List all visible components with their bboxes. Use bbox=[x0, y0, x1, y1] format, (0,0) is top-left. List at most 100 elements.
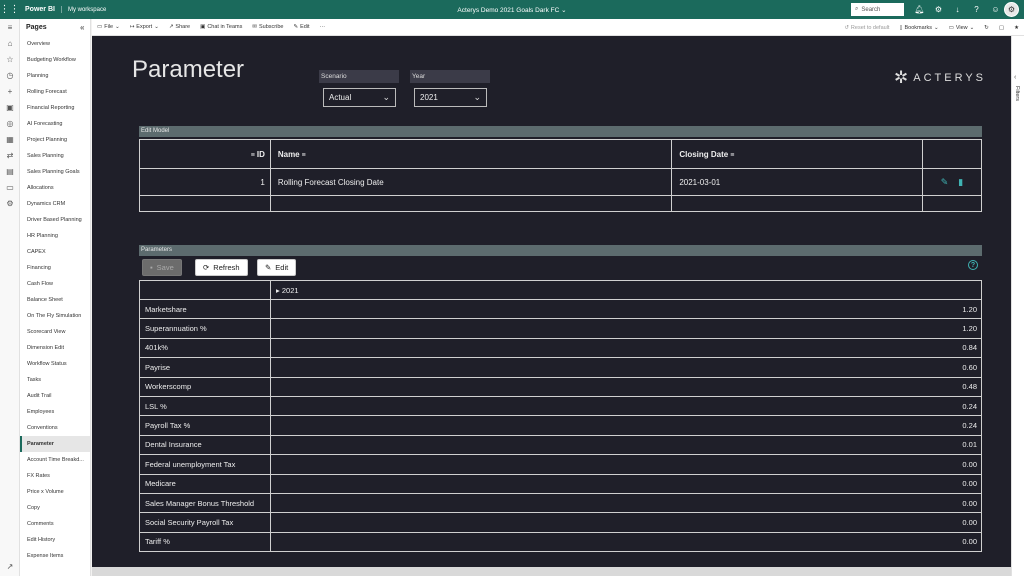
subscribe-button[interactable]: ✉ Subscribe bbox=[247, 24, 288, 30]
edit-row-pencil-icon[interactable]: ✎ bbox=[941, 177, 949, 187]
edit-button[interactable]: ✎ Edit bbox=[288, 24, 314, 30]
page-item[interactable]: Rolling Forecast bbox=[20, 84, 90, 100]
workspace-link[interactable]: My workspace bbox=[62, 7, 106, 13]
page-item[interactable]: AI Forecasting bbox=[20, 116, 90, 132]
page-item[interactable]: Dimension Edit bbox=[20, 340, 90, 356]
page-item[interactable]: Employees bbox=[20, 404, 90, 420]
page-item[interactable]: Overview bbox=[20, 36, 90, 52]
download-icon[interactable]: ↓ bbox=[948, 5, 967, 14]
notification-icon[interactable]: 🔔︎ bbox=[910, 5, 929, 14]
table-row[interactable]: 1 Rolling Forecast Closing Date 2021-03-… bbox=[139, 168, 982, 196]
page-item[interactable]: Project Planning bbox=[20, 132, 90, 148]
table-row[interactable]: 401k% 0.84 bbox=[139, 337, 982, 359]
apps-icon[interactable]: ▦ bbox=[0, 131, 20, 147]
page-item[interactable]: Parameter bbox=[20, 436, 90, 452]
refresh-visuals-icon[interactable]: ↻ bbox=[979, 25, 994, 31]
settings-icon[interactable]: ⚙ bbox=[929, 5, 948, 14]
create-icon[interactable]: + bbox=[0, 83, 20, 99]
page-item[interactable]: Conventions bbox=[20, 420, 90, 436]
page-item[interactable]: CAPEX bbox=[20, 244, 90, 260]
table-row[interactable]: Medicare 0.00 bbox=[139, 473, 982, 494]
bookmarks-menu[interactable]: ▯ Bookmarks ⌄ bbox=[894, 25, 943, 31]
id-column-header[interactable]: ≡ ID bbox=[139, 139, 271, 169]
page-item[interactable]: Financial Reporting bbox=[20, 100, 90, 116]
favorite-icon[interactable]: ★ bbox=[1009, 25, 1024, 31]
closing-date-column-header[interactable]: Closing Date ≡ bbox=[671, 139, 924, 169]
page-item[interactable]: Allocations bbox=[20, 180, 90, 196]
page-item[interactable]: Audit Trail bbox=[20, 388, 90, 404]
page-item[interactable]: FX Rates bbox=[20, 468, 90, 484]
parameter-value[interactable]: 0.00 bbox=[270, 512, 982, 533]
refresh-button[interactable]: ⟳ Refresh bbox=[195, 259, 248, 276]
page-item[interactable]: Workflow Status bbox=[20, 356, 90, 372]
delete-row-trash-icon[interactable]: ▮ bbox=[958, 177, 963, 187]
app-launcher-icon[interactable]: ⋮⋮ bbox=[0, 0, 20, 19]
reset-to-default-button[interactable]: ↺ Reset to default bbox=[839, 25, 894, 31]
parameter-value[interactable]: 0.60 bbox=[270, 357, 982, 378]
table-row[interactable]: Marketshare 1.20 bbox=[139, 298, 982, 320]
filter-icon[interactable]: ≡ bbox=[302, 152, 306, 159]
page-item[interactable]: On The Fly Simulation bbox=[20, 308, 90, 324]
page-item[interactable]: Driver Based Planning bbox=[20, 212, 90, 228]
parameter-value[interactable]: 0.01 bbox=[270, 434, 982, 456]
table-row[interactable]: Superannuation % 1.20 bbox=[139, 318, 982, 339]
datasets-icon[interactable]: ▣ bbox=[0, 99, 20, 115]
goals-icon[interactable]: ◎ bbox=[0, 115, 20, 131]
chevron-left-icon[interactable]: ‹ bbox=[1014, 74, 1016, 81]
recent-icon[interactable]: ◷ bbox=[0, 67, 20, 83]
table-row[interactable]: Social Security Payroll Tax 0.00 bbox=[139, 512, 982, 533]
avatar[interactable]: ⚙ bbox=[1004, 2, 1019, 17]
table-row[interactable]: Payrise 0.60 bbox=[139, 357, 982, 378]
parameter-value[interactable]: 1.20 bbox=[270, 298, 982, 320]
parameter-value[interactable]: 0.00 bbox=[270, 492, 982, 514]
page-item[interactable]: Tasks bbox=[20, 372, 90, 388]
workspace-icon[interactable]: ⚙ bbox=[0, 195, 20, 211]
table-row[interactable]: Sales Manager Bonus Threshold 0.00 bbox=[139, 492, 982, 514]
chevron-down-icon[interactable]: ⌄ bbox=[561, 7, 566, 14]
shared-icon[interactable]: ⇄ bbox=[0, 147, 20, 163]
page-item[interactable]: Account Time Breakd... bbox=[20, 452, 90, 468]
page-item[interactable]: Comments bbox=[20, 516, 90, 532]
brand-label[interactable]: Power BI bbox=[19, 6, 62, 13]
menu-icon[interactable]: ≡ bbox=[0, 19, 20, 35]
comment-icon[interactable]: ▢ bbox=[994, 25, 1009, 31]
parameter-value[interactable]: 0.00 bbox=[270, 531, 982, 553]
page-item[interactable]: Planning bbox=[20, 68, 90, 84]
share-button[interactable]: ↗ Share bbox=[164, 24, 195, 30]
parameter-value[interactable]: 0.48 bbox=[270, 376, 982, 397]
page-item[interactable]: Dynamics CRM bbox=[20, 196, 90, 212]
scenario-dropdown[interactable]: Actual ⌄ bbox=[323, 88, 396, 107]
page-item[interactable]: Budgeting Workflow bbox=[20, 52, 90, 68]
page-item[interactable]: Sales Planning Goals bbox=[20, 164, 90, 180]
parameter-value[interactable]: 0.24 bbox=[270, 395, 982, 417]
help-icon[interactable]: ? bbox=[968, 260, 978, 270]
table-row[interactable]: Federal unemployment Tax 0.00 bbox=[139, 454, 982, 475]
year-column-header[interactable]: ▸ 2021 bbox=[270, 280, 982, 300]
table-row[interactable]: Payroll Tax % 0.24 bbox=[139, 415, 982, 436]
name-column-header[interactable]: Name ≡ bbox=[269, 139, 673, 169]
parameter-value[interactable]: 0.24 bbox=[270, 415, 982, 436]
chat-in-teams-button[interactable]: ▣ Chat in Teams bbox=[195, 24, 247, 30]
filter-icon[interactable]: ≡ bbox=[730, 152, 734, 159]
workspaces-icon[interactable]: ▭ bbox=[0, 179, 20, 195]
year-dropdown[interactable]: 2021 ⌄ bbox=[414, 88, 487, 107]
page-item[interactable]: Copy bbox=[20, 500, 90, 516]
expand-icon[interactable]: ↗ bbox=[0, 558, 20, 574]
learn-icon[interactable]: ▤ bbox=[0, 163, 20, 179]
file-menu[interactable]: ▭ File ⌄ bbox=[92, 24, 125, 30]
filter-icon[interactable]: ≡ bbox=[251, 152, 255, 159]
parameter-value[interactable]: 0.84 bbox=[270, 337, 982, 359]
parameter-value[interactable]: 0.00 bbox=[270, 454, 982, 475]
page-item[interactable]: Expense Items bbox=[20, 548, 90, 564]
edit-parameters-button[interactable]: ✎ Edit bbox=[257, 259, 297, 276]
page-item[interactable]: Sales Planning bbox=[20, 148, 90, 164]
parameter-value[interactable]: 0.00 bbox=[270, 473, 982, 494]
page-item[interactable]: Financing bbox=[20, 260, 90, 276]
favorites-icon[interactable]: ☆ bbox=[0, 51, 20, 67]
save-button[interactable]: ▪ Save bbox=[142, 259, 182, 276]
filters-pane[interactable]: ‹ Filters bbox=[1011, 36, 1024, 576]
page-item[interactable]: HR Planning bbox=[20, 228, 90, 244]
feedback-icon[interactable]: ☺ bbox=[986, 5, 1005, 14]
more-options-icon[interactable]: ··· bbox=[315, 24, 331, 30]
home-icon[interactable]: ⌂ bbox=[0, 35, 20, 51]
